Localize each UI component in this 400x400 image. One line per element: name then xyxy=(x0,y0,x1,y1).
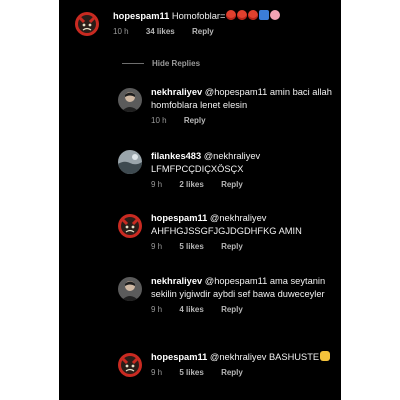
comment-content: Homofoblar= xyxy=(171,11,226,21)
comment-username[interactable]: hopespam11 xyxy=(151,352,207,362)
avatar[interactable] xyxy=(118,277,142,301)
avatar-image xyxy=(118,277,142,301)
angry-face-emoji-icon xyxy=(248,10,259,20)
comment-likes[interactable]: 4 likes xyxy=(179,305,203,315)
angry-face-emoji-icon xyxy=(237,10,248,20)
avatar[interactable] xyxy=(75,12,99,36)
brain-emoji-icon xyxy=(270,10,281,20)
reply-button[interactable]: Reply xyxy=(221,242,243,252)
comment-username[interactable]: nekhraliyev xyxy=(151,276,202,286)
comment-time: 10 h xyxy=(151,116,167,125)
comment-time: 9 h xyxy=(151,242,163,251)
comment-meta: 9 h 5 likes Reply xyxy=(151,368,337,378)
comment-body: hopespam11 @nekhraliyev AHFHGJSSGFJGJDGD… xyxy=(151,212,337,252)
avatar[interactable] xyxy=(118,150,142,174)
comment-username[interactable]: nekhraliyev xyxy=(151,87,202,97)
avatar-image xyxy=(118,150,142,174)
comment-likes[interactable]: 34 likes xyxy=(146,27,175,37)
comment-likes[interactable]: 2 likes xyxy=(179,180,203,190)
comment-time: 9 h xyxy=(151,368,163,377)
comment-username[interactable]: filankes483 xyxy=(151,151,201,161)
comment-text: hopespam11 @nekhraliyev BASHUSTE xyxy=(151,351,337,364)
angry-face-emoji-icon xyxy=(226,10,237,20)
comment-meta: 9 h 4 likes Reply xyxy=(151,305,337,315)
avatar-image xyxy=(118,214,142,238)
keycap-emoji-icon xyxy=(259,10,270,20)
comment-likes[interactable]: 5 likes xyxy=(179,242,203,252)
comment-content: @nekhraliyev BASHUSTE xyxy=(209,352,320,362)
comment-username[interactable]: hopespam11 xyxy=(113,11,169,21)
comment-time: 9 h xyxy=(151,180,163,189)
avatar[interactable] xyxy=(118,353,142,377)
reply-button[interactable]: Reply xyxy=(221,180,243,190)
reply-button[interactable]: Reply xyxy=(221,305,243,315)
comment-text: hopespam11 Homofoblar= xyxy=(113,10,337,23)
hide-replies-toggle[interactable]: Hide Replies xyxy=(122,58,200,68)
hide-replies-label[interactable]: Hide Replies xyxy=(152,59,200,68)
comment-text: filankes483 @nekhraliyev LFMFPCÇDIÇXÖSÇX xyxy=(151,150,337,176)
comment-body: nekhraliyev @hopespam11 amin baci allah … xyxy=(151,86,337,126)
comment-time: 9 h xyxy=(151,305,163,314)
comment-body: nekhraliyev @hopespam11 ama seytanin sek… xyxy=(151,275,337,315)
comment-meta: 9 h 2 likes Reply xyxy=(151,180,337,190)
reply-button[interactable]: Reply xyxy=(221,368,243,378)
comment-text: hopespam11 @nekhraliyev AHFHGJSSGFJGJDGD… xyxy=(151,212,337,238)
avatar-image xyxy=(118,353,142,377)
avatar[interactable] xyxy=(118,88,142,112)
comment-text: nekhraliyev @hopespam11 ama seytanin sek… xyxy=(151,275,337,301)
avatar-image xyxy=(118,88,142,112)
comment-body: hopespam11 Homofoblar= 10 h 34 likes Rep… xyxy=(113,10,337,37)
reply-button[interactable]: Reply xyxy=(192,27,214,37)
comment-meta: 10 h 34 likes Reply xyxy=(113,27,337,37)
comment-likes[interactable]: 5 likes xyxy=(179,368,203,378)
hide-replies-divider xyxy=(122,62,144,64)
comment-meta: 9 h 5 likes Reply xyxy=(151,242,337,252)
comment-username[interactable]: hopespam11 xyxy=(151,213,207,223)
comments-feed: hopespam11 Homofoblar= 10 h 34 likes Rep… xyxy=(59,0,341,400)
avatar[interactable] xyxy=(118,214,142,238)
comment-body: filankes483 @nekhraliyev LFMFPCÇDIÇXÖSÇX… xyxy=(151,150,337,190)
avatar-image xyxy=(75,12,99,36)
raising-hands-emoji-icon xyxy=(320,351,331,361)
comment-time: 10 h xyxy=(113,27,129,36)
reply-button[interactable]: Reply xyxy=(184,116,206,126)
comment-body: hopespam11 @nekhraliyev BASHUSTE 9 h 5 l… xyxy=(151,351,337,378)
comment-meta: 10 h Reply xyxy=(151,116,337,126)
comment-text: nekhraliyev @hopespam11 amin baci allah … xyxy=(151,86,337,112)
